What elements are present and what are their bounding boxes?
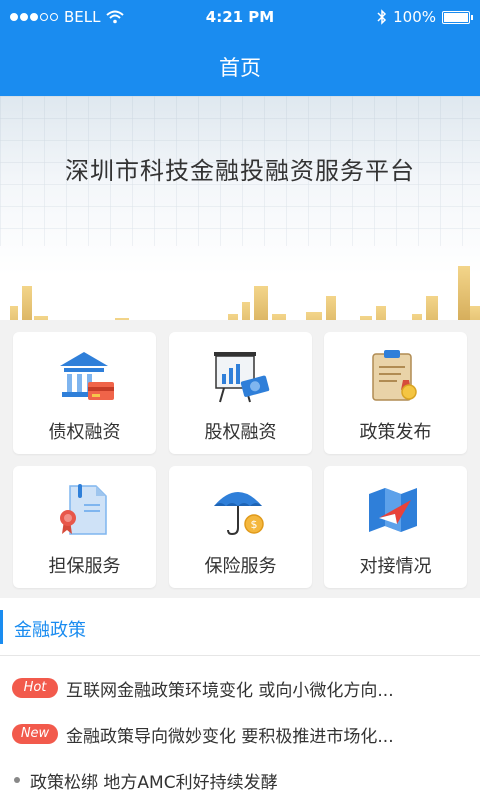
- bank-card-icon: [60, 352, 114, 400]
- service-label: 股权融资: [204, 422, 277, 443]
- nav-bar: 首页: [0, 34, 480, 96]
- service-card-debt-financing[interactable]: 债权融资: [13, 332, 156, 454]
- map-arrow-icon: [369, 488, 417, 532]
- new-badge: New: [12, 724, 58, 744]
- news-item[interactable]: 政策松绑 地方AMC利好持续发酵: [12, 765, 472, 795]
- section-accent-bar: [0, 610, 3, 644]
- battery-icon: [442, 10, 473, 24]
- bullet-icon: [14, 777, 20, 783]
- document-ribbon-icon: [60, 484, 107, 535]
- service-label: 政策发布: [359, 422, 432, 443]
- news-item[interactable]: Hot 互联网金融政策环境变化 或向小微化方向...: [12, 673, 472, 703]
- service-label: 保险服务: [204, 556, 277, 577]
- policy-news-section: 金融政策 Hot 互联网金融政策环境变化 或向小微化方向... New 金融政策…: [0, 598, 480, 800]
- service-card-equity-financing[interactable]: 股权融资: [169, 332, 312, 454]
- service-card-insurance-service[interactable]: $ 保险服务: [169, 466, 312, 588]
- service-label: 担保服务: [48, 556, 121, 577]
- banner-title: 深圳市科技金融投融资服务平台: [65, 157, 415, 185]
- clipboard-medal-icon: [372, 350, 417, 401]
- presentation-chart-icon: [214, 352, 270, 403]
- news-headline: 金融政策导向微妙变化 要积极推进市场化...: [66, 726, 394, 747]
- service-label: 对接情况: [359, 556, 432, 577]
- banner-carousel[interactable]: 深圳市科技金融投融资服务平台: [0, 96, 480, 320]
- umbrella-coin-icon: $: [214, 492, 264, 536]
- hot-badge: Hot: [12, 678, 58, 698]
- status-right: 100%: [377, 8, 473, 26]
- news-section-title[interactable]: 金融政策: [14, 616, 86, 642]
- service-card-guarantee-service[interactable]: 担保服务: [13, 466, 156, 588]
- service-card-policy-release[interactable]: 政策发布: [324, 332, 467, 454]
- city-skyline-image: [10, 266, 480, 320]
- news-headline: 互联网金融政策环境变化 或向小微化方向...: [66, 680, 394, 701]
- news-item[interactable]: New 金融政策导向微妙变化 要积极推进市场化...: [12, 719, 472, 749]
- service-label: 债权融资: [48, 422, 121, 443]
- service-card-matchmaking-status[interactable]: 对接情况: [324, 466, 467, 588]
- bluetooth-icon: [377, 9, 387, 25]
- battery-percent: 100%: [393, 8, 436, 26]
- service-grid: 债权融资 股权融资 政策发布 担保服务 $ 保险服务 对接情况: [13, 332, 467, 588]
- page-title: 首页: [219, 56, 261, 80]
- svg-text:$: $: [251, 518, 258, 531]
- status-bar: BELL 4:21 PM 100%: [0, 0, 480, 34]
- news-section-header: 金融政策: [0, 598, 480, 656]
- news-headline: 政策松绑 地方AMC利好持续发酵: [30, 772, 278, 793]
